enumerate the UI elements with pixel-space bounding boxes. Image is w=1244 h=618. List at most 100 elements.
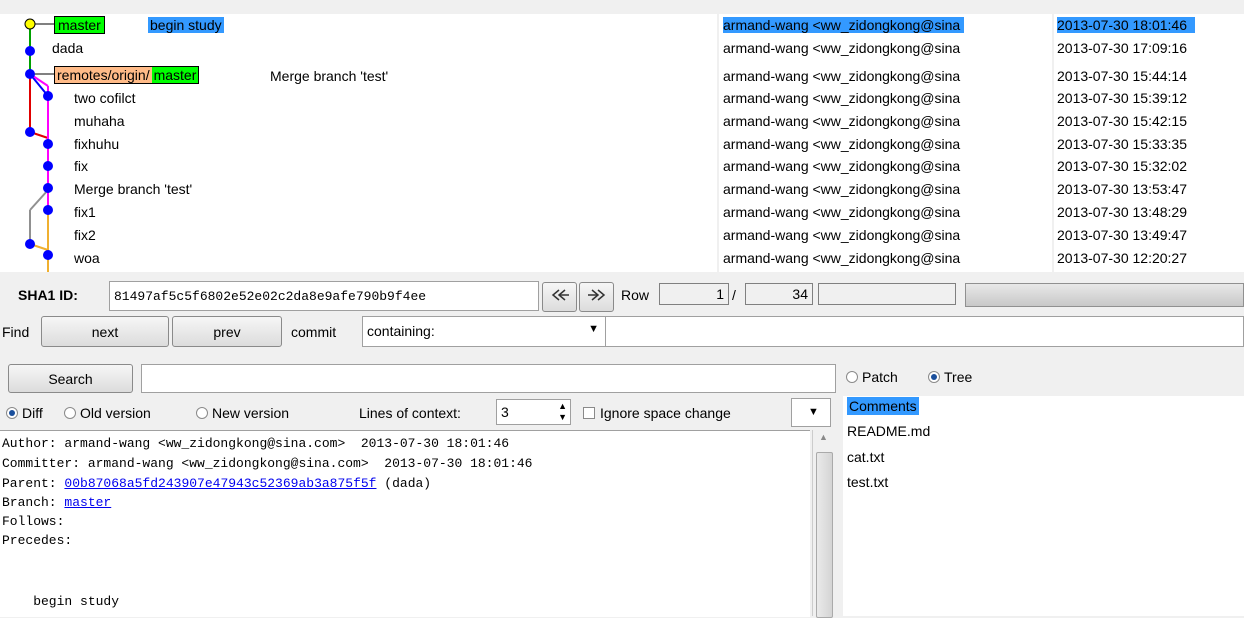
commit-message: begin study — [2, 594, 120, 609]
date-cell[interactable]: 2013-07-30 15:44:14 — [1057, 68, 1187, 84]
date-column[interactable]: 2013-07-30 18:01:46 2013-07-30 17:09:16 … — [1054, 14, 1244, 272]
commit-subject[interactable]: begin study — [148, 17, 224, 33]
new-version-label: New version — [212, 405, 290, 421]
date-cell[interactable]: 2013-07-30 12:20:27 — [1057, 250, 1187, 266]
commit-dot[interactable] — [25, 69, 35, 79]
commit-subject[interactable]: woa — [74, 250, 100, 266]
date-cell[interactable]: 2013-07-30 15:33:35 — [1057, 136, 1187, 152]
branch-line: Branch: master — [2, 493, 111, 512]
status-field — [818, 283, 956, 305]
find-prev-button[interactable]: prev — [172, 316, 282, 347]
parent-hash-link[interactable]: 00b87068a5fd243907e47943c52369ab3a875f5f — [64, 476, 376, 491]
commit-dot[interactable] — [43, 205, 53, 215]
precedes-line: Precedes: — [2, 533, 73, 548]
commit-dot[interactable] — [43, 250, 53, 260]
forward-button[interactable] — [579, 282, 614, 312]
remote-branch-tag[interactable]: remotes/origin/master — [54, 66, 200, 84]
date-cell[interactable]: 2013-07-30 13:49:47 — [1057, 227, 1187, 243]
parent-line: Parent: 00b87068a5fd243907e47943c52369ab… — [2, 474, 431, 493]
old-version-radio[interactable]: Old version — [64, 405, 151, 421]
commit-subject[interactable]: dada — [52, 40, 83, 56]
commit-dot[interactable] — [24, 18, 36, 30]
author-cell[interactable]: armand-wang <ww_zidongkong@sina — [723, 40, 960, 56]
patch-radio[interactable]: Patch — [846, 369, 898, 385]
date-cell[interactable]: 2013-07-30 15:32:02 — [1057, 158, 1187, 174]
commit-subject[interactable]: Merge branch 'test' — [270, 68, 388, 84]
date-cell[interactable]: 2013-07-30 18:01:46 — [1057, 17, 1195, 33]
author-cell[interactable]: armand-wang <ww_zidongkong@sina — [723, 227, 960, 243]
radio-icon — [846, 371, 858, 383]
author-cell[interactable]: armand-wang <ww_zidongkong@sina — [723, 181, 960, 197]
old-version-label: Old version — [80, 405, 151, 421]
commit-graph-pane[interactable]: master begin study dada remotes/origin/m… — [0, 14, 717, 272]
scroll-thumb[interactable] — [816, 452, 833, 618]
ignore-space-checkbox[interactable]: Ignore space change — [583, 405, 731, 421]
commit-dot[interactable] — [25, 46, 35, 56]
commit-graph-lines — [24, 18, 56, 272]
follows-line: Follows: — [2, 514, 65, 529]
commit-dot[interactable] — [43, 161, 53, 171]
date-cell[interactable]: 2013-07-30 13:53:47 — [1057, 181, 1187, 197]
author-cell[interactable]: armand-wang <ww_zidongkong@sina — [723, 68, 960, 84]
commit-details-pane[interactable]: Author: armand-wang <ww_zidongkong@sina.… — [0, 430, 810, 617]
remote-branch-name: master — [151, 67, 199, 83]
find-mode-dropdown[interactable]: containing: ▼ — [362, 316, 606, 347]
row-total: 34 — [745, 283, 813, 305]
diff-radio[interactable]: Diff — [6, 405, 43, 421]
date-cell[interactable]: 2013-07-30 15:39:12 — [1057, 90, 1187, 106]
find-input[interactable] — [605, 316, 1244, 347]
date-cell[interactable]: 2013-07-30 15:42:15 — [1057, 113, 1187, 129]
file-tree-pane[interactable]: Comments README.md cat.txt test.txt — [843, 396, 1244, 616]
commit-subject[interactable]: Merge branch 'test' — [74, 181, 192, 197]
chevron-down-icon: ▼ — [808, 406, 819, 418]
author-cell[interactable]: armand-wang <ww_zidongkong@sina — [723, 113, 960, 129]
branch-label: Branch: — [2, 495, 65, 510]
context-spinbox[interactable]: 3 ▲ ▼ — [496, 399, 571, 425]
commit-subject[interactable]: fix2 — [74, 227, 96, 243]
author-cell[interactable]: armand-wang <ww_zidongkong@sina — [723, 136, 960, 152]
date-cell[interactable]: 2013-07-30 17:09:16 — [1057, 40, 1187, 56]
commit-dot[interactable] — [43, 183, 53, 193]
tree-radio[interactable]: Tree — [928, 369, 972, 385]
commit-subject[interactable]: fix1 — [74, 204, 96, 220]
remote-prefix: remotes/origin/ — [55, 67, 152, 83]
author-cell[interactable]: armand-wang <ww_zidongkong@sina — [723, 204, 960, 220]
details-scrollbar[interactable]: ▲ — [812, 430, 835, 618]
back-button[interactable] — [542, 282, 577, 312]
scroll-up-icon[interactable]: ▲ — [819, 432, 828, 442]
context-label: Lines of context: — [359, 405, 461, 421]
tree-item[interactable]: README.md — [847, 422, 930, 440]
options-dropdown[interactable]: ▼ — [791, 398, 831, 427]
branch-tag-master[interactable]: master — [54, 16, 105, 34]
author-cell[interactable]: armand-wang <ww_zidongkong@sina — [723, 90, 960, 106]
commit-subject[interactable]: two cofilct — [74, 90, 135, 106]
find-next-button[interactable]: next — [41, 316, 169, 347]
checkbox-icon — [583, 407, 595, 419]
tree-item[interactable]: cat.txt — [847, 448, 884, 466]
chevron-down-icon: ▼ — [588, 323, 599, 335]
tree-item[interactable]: Comments — [847, 397, 919, 415]
double-left-arrow-icon — [551, 289, 569, 301]
new-version-radio[interactable]: New version — [196, 405, 289, 421]
search-button[interactable]: Search — [8, 364, 133, 393]
branch-link[interactable]: master — [64, 495, 111, 510]
diff-label: Diff — [22, 405, 43, 421]
date-cell[interactable]: 2013-07-30 13:48:29 — [1057, 204, 1187, 220]
commit-subject[interactable]: muhaha — [74, 113, 125, 129]
commit-subject[interactable]: fixhuhu — [74, 136, 119, 152]
search-input[interactable] — [141, 364, 836, 393]
commit-dot[interactable] — [25, 239, 35, 249]
spin-arrows-icon[interactable]: ▲ ▼ — [558, 401, 567, 423]
author-cell[interactable]: armand-wang <ww_zidongkong@sina — [723, 158, 960, 174]
author-cell[interactable]: armand-wang <ww_zidongkong@sina — [723, 17, 965, 33]
committer-line: Committer: armand-wang <ww_zidongkong@si… — [2, 456, 533, 471]
commit-subject[interactable]: fix — [74, 158, 88, 174]
commit-dot[interactable] — [43, 139, 53, 149]
tree-item[interactable]: test.txt — [847, 473, 888, 491]
commit-dot[interactable] — [25, 127, 35, 137]
author-cell[interactable]: armand-wang <ww_zidongkong@sina — [723, 250, 960, 266]
author-column[interactable]: armand-wang <ww_zidongkong@sina armand-w… — [719, 14, 1052, 272]
sha1-field[interactable]: 81497af5c5f6802e52e02c2da8e9afe790b9f4ee — [109, 281, 539, 311]
commit-dot[interactable] — [43, 91, 53, 101]
tree-label: Tree — [944, 369, 973, 385]
